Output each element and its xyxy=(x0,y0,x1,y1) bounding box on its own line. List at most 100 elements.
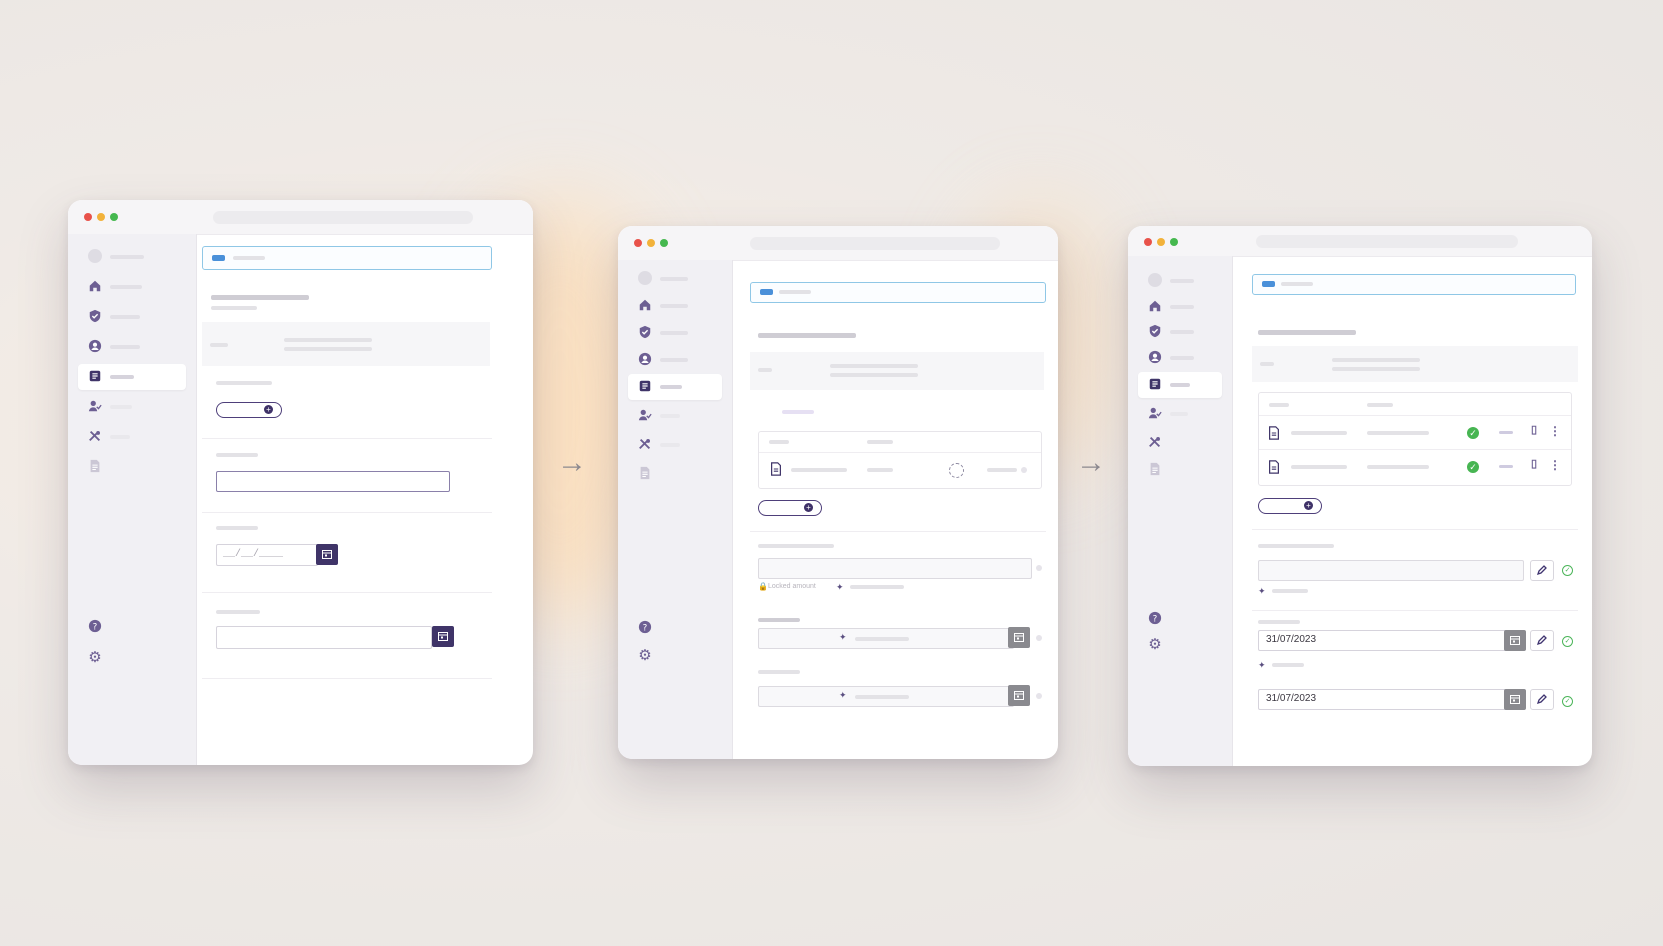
user-check-icon xyxy=(638,408,652,422)
sidebar-item-profile[interactable] xyxy=(1138,345,1222,371)
window-step-1: ? ⚙ + __/__/____ xyxy=(68,200,533,765)
sidebar-item-security[interactable] xyxy=(78,304,186,330)
plus-icon: + xyxy=(264,405,273,414)
calendar-button-2[interactable] xyxy=(432,626,454,647)
calendar-icon xyxy=(438,632,448,641)
edit-button[interactable] xyxy=(1530,689,1554,710)
arrow-right-icon: → xyxy=(557,446,587,479)
sidebar-item-security[interactable] xyxy=(628,320,722,346)
sidebar-avatar[interactable] xyxy=(78,244,186,270)
info-icon xyxy=(212,255,225,261)
settings-button[interactable]: ⚙ xyxy=(628,644,722,670)
sidebar-item-tools[interactable] xyxy=(78,424,186,450)
sidebar-item-documents[interactable] xyxy=(1138,372,1222,398)
sidebar-item-tools[interactable] xyxy=(628,432,722,458)
calendar-button[interactable] xyxy=(1504,630,1526,651)
sidebar: ? ⚙ xyxy=(618,260,733,759)
sparkle-icon: ✦ xyxy=(839,632,847,642)
sidebar-item-profile[interactable] xyxy=(78,334,186,360)
add-button[interactable]: + xyxy=(758,500,822,516)
edit-button[interactable] xyxy=(1530,560,1554,581)
info-icon xyxy=(1262,281,1275,287)
pencil-icon xyxy=(1536,635,1547,646)
address-bar[interactable] xyxy=(1256,235,1518,248)
sidebar-item-home[interactable] xyxy=(628,293,722,319)
confirmed-check-icon: ✓ xyxy=(1562,565,1573,576)
date-field[interactable]: __/__/____ xyxy=(216,544,318,566)
close-dot[interactable] xyxy=(1144,238,1152,246)
date-field[interactable]: ✦ xyxy=(758,628,1014,649)
table-row[interactable] xyxy=(759,452,1041,488)
shield-icon xyxy=(638,325,652,339)
settings-button[interactable]: ⚙ xyxy=(1138,633,1222,659)
sidebar-item-tools[interactable] xyxy=(1138,430,1222,456)
summary-panel xyxy=(202,322,490,366)
sidebar-item-users[interactable] xyxy=(78,394,186,420)
calendar-button[interactable] xyxy=(1008,627,1030,648)
gear-icon: ⚙ xyxy=(88,649,102,666)
sidebar-avatar[interactable] xyxy=(628,266,722,292)
minimize-dot[interactable] xyxy=(647,239,655,247)
page-title xyxy=(758,333,856,338)
close-dot[interactable] xyxy=(634,239,642,247)
sidebar-item-security[interactable] xyxy=(1138,319,1222,345)
user-check-icon xyxy=(88,399,102,413)
minimize-dot[interactable] xyxy=(1157,238,1165,246)
sidebar-item-files[interactable] xyxy=(78,454,186,480)
file-icon xyxy=(769,462,783,476)
sidebar-item-files[interactable] xyxy=(628,461,722,487)
settings-button[interactable]: ⚙ xyxy=(78,646,186,672)
edit-button[interactable] xyxy=(1530,630,1554,651)
maximize-dot[interactable] xyxy=(1170,238,1178,246)
sidebar-avatar[interactable] xyxy=(1138,268,1222,294)
field-label xyxy=(758,618,800,622)
table-row[interactable]: ✓ ▯ ⋮ xyxy=(1259,449,1571,484)
file-icon xyxy=(1267,426,1281,440)
ai-extract-banner[interactable]: ✦ xyxy=(758,401,1040,423)
table-row[interactable]: ✓ ▯ ⋮ xyxy=(1259,415,1571,450)
more-options-icon[interactable]: ⋮ xyxy=(1549,458,1561,472)
sidebar-item-users[interactable] xyxy=(628,403,722,429)
help-button[interactable]: ? xyxy=(628,615,722,641)
date-field-2[interactable]: 31/07/2023 xyxy=(1258,689,1514,710)
info-banner xyxy=(202,246,492,270)
calendar-button[interactable] xyxy=(316,544,338,565)
battery-icon: ▯ xyxy=(1531,458,1538,470)
shield-icon xyxy=(88,309,102,323)
text-field[interactable] xyxy=(216,471,450,492)
date-field-2[interactable] xyxy=(216,626,432,649)
amount-field[interactable] xyxy=(758,558,1032,579)
more-options-icon[interactable]: ⋮ xyxy=(1549,424,1561,438)
sidebar-item-profile[interactable] xyxy=(628,347,722,373)
address-bar[interactable] xyxy=(750,237,1000,250)
maximize-dot[interactable] xyxy=(660,239,668,247)
sidebar-item-users[interactable] xyxy=(1138,401,1222,427)
add-button[interactable]: + xyxy=(1258,498,1322,514)
help-button[interactable]: ? xyxy=(78,614,186,640)
sidebar-item-documents[interactable] xyxy=(628,374,722,400)
minimize-dot[interactable] xyxy=(97,213,105,221)
confirmed-check-icon: ✓ xyxy=(1562,636,1573,647)
sidebar-item-documents[interactable] xyxy=(78,364,186,390)
svg-text:?: ? xyxy=(93,623,98,633)
titlebar xyxy=(68,200,533,235)
gear-icon: ⚙ xyxy=(638,647,652,664)
sparkle-icon: ✦ xyxy=(767,405,776,416)
date-field-2[interactable]: ✦ xyxy=(758,686,1014,707)
date-field[interactable]: 31/07/2023 xyxy=(1258,630,1514,651)
calendar-button-2[interactable] xyxy=(1504,689,1526,710)
home-icon xyxy=(88,279,102,293)
add-button[interactable]: + xyxy=(216,402,282,418)
sidebar-item-files[interactable] xyxy=(1138,457,1222,483)
address-bar[interactable] xyxy=(213,211,473,224)
maximize-dot[interactable] xyxy=(110,213,118,221)
help-button[interactable]: ? xyxy=(1138,606,1222,632)
close-dot[interactable] xyxy=(84,213,92,221)
sparkle-icon: ✦ xyxy=(836,582,844,592)
sparkle-icon: ✦ xyxy=(1258,660,1266,670)
amount-field[interactable] xyxy=(1258,560,1524,581)
sidebar-item-home[interactable] xyxy=(78,274,186,300)
svg-text:?: ? xyxy=(1153,615,1158,625)
calendar-button-2[interactable] xyxy=(1008,685,1030,706)
sidebar-item-home[interactable] xyxy=(1138,294,1222,320)
